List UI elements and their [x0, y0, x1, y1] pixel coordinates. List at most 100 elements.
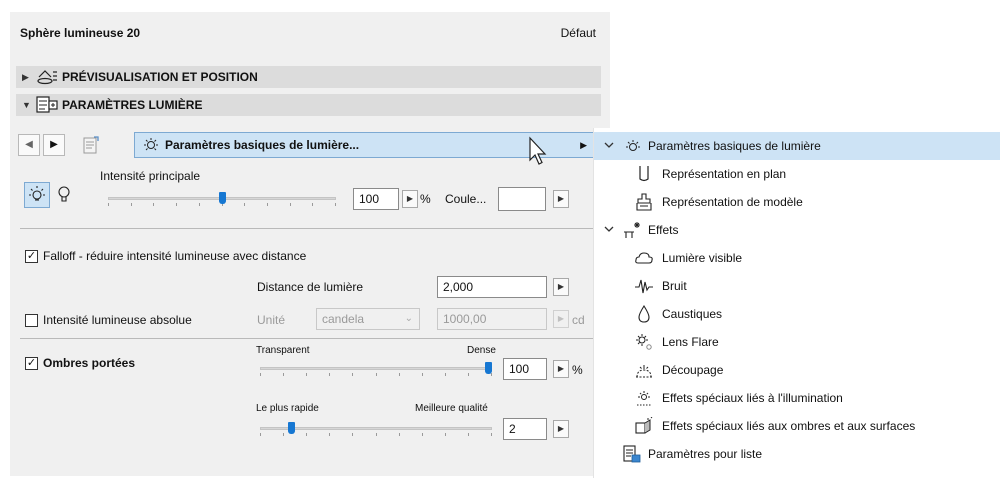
intensity-arrow-button[interactable]: ▶: [402, 190, 418, 208]
model-icon: [636, 193, 652, 211]
slider-tick: [176, 203, 177, 206]
tree-item-shadow-surface-fx[interactable]: Effets spéciaux liés aux ombres et aux s…: [594, 412, 1000, 440]
triangle-right-icon: ▶: [557, 194, 565, 203]
slider-tick: [491, 373, 492, 376]
slider-tick: [260, 433, 261, 436]
quality-slider[interactable]: [260, 422, 492, 438]
section-preview-label: PRÉVISUALISATION ET POSITION: [62, 70, 258, 84]
section-preview-position[interactable]: ▶ PRÉVISUALISATION ET POSITION: [16, 66, 601, 88]
tree-item-plan[interactable]: Représentation en plan: [594, 160, 1000, 188]
slider-tick: [422, 433, 423, 436]
transparency-left-label: Transparent: [256, 345, 310, 356]
triangle-right-icon: ▶: [50, 139, 58, 150]
distance-arrow-button[interactable]: ▶: [553, 278, 569, 296]
quality-right-label: Meilleure qualité: [415, 403, 488, 414]
intensity-input[interactable]: 100: [353, 188, 399, 210]
tree-item-visible-light[interactable]: Lumière visible: [594, 244, 1000, 272]
triangle-down-icon: ▼: [22, 100, 31, 110]
next-button[interactable]: ▶: [43, 134, 65, 156]
chevron-down-icon[interactable]: [604, 140, 614, 150]
slider-tick: [306, 433, 307, 436]
chevron-down-icon[interactable]: [604, 224, 614, 234]
bulb-rays-icon: [144, 138, 158, 151]
drop-icon: [638, 305, 650, 323]
triangle-right-icon: ▶: [557, 314, 565, 323]
transparency-slider[interactable]: [260, 362, 492, 378]
preset-tree: Paramètres basiques de lumière Représent…: [593, 128, 1000, 478]
shadow-surface-fx-icon: [635, 417, 653, 434]
tree-item-caustics[interactable]: Caustiques: [594, 300, 1000, 328]
triangle-right-icon: ▶: [557, 364, 565, 373]
slider-tick: [329, 373, 330, 376]
falloff-checkbox[interactable]: ✓: [25, 250, 38, 263]
section-light-label: PARAMÈTRES LUMIÈRE: [62, 98, 203, 112]
slider-thumb[interactable]: [485, 362, 492, 374]
absolute-arrow-button: ▶: [553, 310, 569, 328]
slider-tick: [153, 203, 154, 206]
slider-tick: [352, 433, 353, 436]
document-settings-icon[interactable]: [80, 134, 102, 156]
slider-tick: [290, 203, 291, 206]
transparency-unit: %: [572, 363, 583, 377]
bulb-rays-icon: [626, 140, 640, 151]
color-arrow-button[interactable]: ▶: [553, 190, 569, 208]
triangle-right-icon: ▶: [22, 72, 29, 82]
distance-input[interactable]: 2,000: [437, 276, 547, 298]
tree-item-noise[interactable]: Bruit: [594, 272, 1000, 300]
tree-item-effects[interactable]: Effets: [594, 216, 1000, 244]
quality-arrow-button[interactable]: ▶: [553, 420, 569, 438]
slider-tick: [283, 433, 284, 436]
intensity-label: Intensité principale: [100, 169, 201, 183]
tree-item-label: Représentation en plan: [662, 167, 787, 181]
preview-position-icon: [37, 70, 57, 85]
tree-item-model[interactable]: Représentation de modèle: [594, 188, 1000, 216]
light-parameters-icon: [36, 96, 58, 113]
bulb-rays-icon: [29, 186, 45, 201]
slider-tick: [422, 373, 423, 376]
quality-input[interactable]: 2: [503, 418, 547, 440]
plan-icon: [639, 166, 649, 182]
intensity-slider[interactable]: [108, 192, 336, 208]
preset-selector[interactable]: Paramètres basiques de lumière... ▶: [134, 132, 594, 158]
tree-item-list-params[interactable]: Paramètres pour liste: [594, 440, 1000, 468]
tree-item-illumination-fx[interactable]: Effets spéciaux liés à l'illumination: [594, 384, 1000, 412]
color-swatch[interactable]: [498, 187, 546, 211]
falloff-label: Falloff - réduire intensité lumineuse av…: [43, 249, 307, 263]
tree-item-label: Découpage: [662, 363, 724, 377]
quality-left-label: Le plus rapide: [256, 403, 319, 414]
tree-item-label: Paramètres pour liste: [648, 447, 763, 461]
absolute-intensity-label: Intensité lumineuse absolue: [43, 313, 192, 327]
slider-tick: [260, 373, 261, 376]
tree-item-basic-light[interactable]: Paramètres basiques de lumière: [594, 132, 1000, 160]
default-label[interactable]: Défaut: [561, 26, 596, 40]
lens-flare-icon: [636, 334, 652, 350]
slider-tick: [283, 373, 284, 376]
tree-item-label: Effets spéciaux liés à l'illumination: [662, 391, 843, 405]
slider-thumb[interactable]: [219, 192, 226, 204]
chevron-down-icon: ⌄: [404, 313, 413, 324]
section-light-parameters[interactable]: ▼ PARAMÈTRES LUMIÈRE: [16, 94, 601, 116]
slider-track: [260, 367, 492, 370]
tree-item-clipping[interactable]: Découpage: [594, 356, 1000, 384]
panel-header: Sphère lumineuse 20 Défaut: [10, 12, 610, 50]
unit-select: candela ⌄: [316, 308, 420, 330]
slider-tick: [352, 373, 353, 376]
slider-thumb[interactable]: [288, 422, 295, 434]
tree-item-lens-flare[interactable]: Lens Flare: [594, 328, 1000, 356]
slider-tick: [399, 433, 400, 436]
preset-label: Paramètres basiques de lumière...: [165, 138, 360, 152]
bulb-button[interactable]: [52, 182, 78, 208]
intensity-unit: %: [420, 192, 431, 206]
shadows-checkbox[interactable]: ✓: [25, 357, 38, 370]
effects-icon: [624, 222, 640, 238]
previous-button[interactable]: ◀: [18, 134, 40, 156]
transparency-input[interactable]: 100: [503, 358, 547, 380]
slider-tick: [244, 203, 245, 206]
triangle-right-icon: ▶: [557, 282, 565, 291]
slider-tick: [199, 203, 200, 206]
triangle-right-icon: ▶: [406, 194, 414, 203]
absolute-intensity-checkbox[interactable]: [25, 314, 38, 327]
absolute-value-input: 1000,00: [437, 308, 547, 330]
transparency-arrow-button[interactable]: ▶: [553, 360, 569, 378]
bulb-rays-button[interactable]: [24, 182, 50, 208]
